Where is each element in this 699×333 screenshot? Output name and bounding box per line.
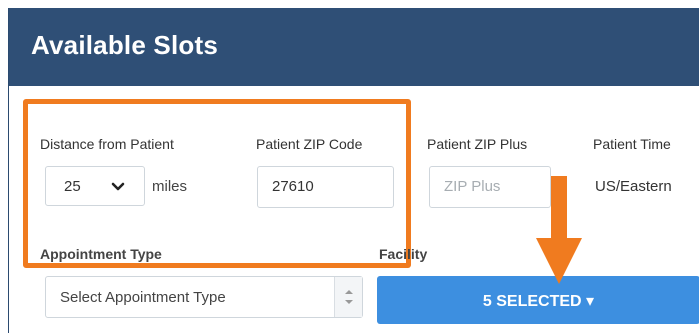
facility-button-label: 5 SELECTED ▾ [482,293,595,310]
appointment-caret [334,277,362,317]
panel-title: Available Slots [31,30,218,60]
arrow-down-icon [536,176,582,284]
caret-updown-icon [345,290,353,304]
zip-plus-input[interactable]: ZIP Plus [429,166,551,208]
highlight-box [23,99,411,268]
facility-label: Facility [379,246,428,262]
appointment-placeholder: Select Appointment Type [60,289,226,306]
appointment-label: Appointment Type [40,246,162,262]
timezone-value: US/Eastern [595,178,672,195]
panel-header: Available Slots [9,8,699,86]
zip-plus-label: Patient ZIP Plus [427,136,528,152]
appointment-type-select[interactable]: Select Appointment Type [45,276,363,318]
available-slots-panel: Available Slots Distance from Patient 25… [8,8,699,333]
timezone-label: Patient Time [593,136,671,152]
